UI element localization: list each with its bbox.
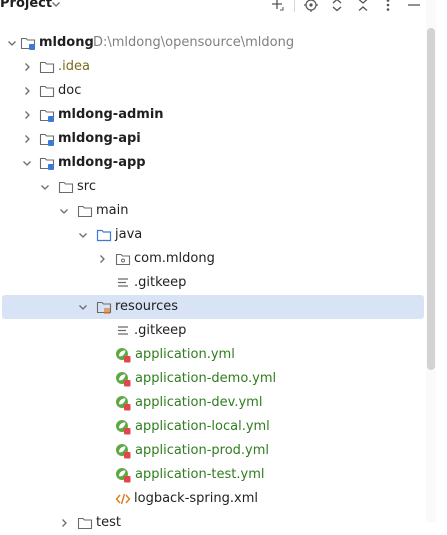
tree-node-doc[interactable]: doc (0, 79, 424, 103)
tree-node-package[interactable]: com.mldong (0, 247, 424, 271)
vertical-scrollbar[interactable] (427, 28, 435, 370)
chevron-down-icon[interactable] (50, 0, 62, 10)
module-folder-icon (20, 35, 36, 51)
spring-config-icon (115, 371, 131, 387)
tree-node-yml[interactable]: application-dev.yml (0, 391, 424, 415)
spring-config-icon (115, 419, 131, 435)
chevron-collapsed-icon[interactable] (21, 61, 33, 73)
module-label: mldong-admin (58, 107, 164, 122)
folder-label: .idea (58, 59, 90, 74)
text-file-icon (115, 275, 131, 291)
text-file-icon (115, 323, 131, 339)
module-label: mldong-api (58, 131, 141, 146)
folder-icon (58, 179, 74, 195)
more-options-icon[interactable] (381, 0, 395, 12)
resources-root-folder-icon (96, 299, 112, 315)
hide-icon[interactable] (407, 0, 421, 12)
tree-node-idea[interactable]: .idea (0, 55, 424, 79)
chevron-expanded-icon[interactable] (77, 229, 89, 241)
file-label: application-demo.yml (135, 371, 277, 386)
folder-label: doc (58, 83, 82, 98)
file-label: application-prod.yml (135, 443, 270, 458)
chevron-expanded-icon[interactable] (39, 181, 51, 193)
source-root-folder-icon (96, 227, 112, 243)
chevron-collapsed-icon[interactable] (21, 109, 33, 121)
module-folder-icon (39, 131, 55, 147)
module-label: mldong-app (58, 155, 146, 170)
package-label: com.mldong (134, 251, 215, 266)
chevron-expanded-icon[interactable] (6, 37, 18, 49)
tree-node-gitkeep[interactable]: .gitkeep (0, 319, 424, 343)
tree-node-resources[interactable]: resources (2, 295, 424, 319)
tree-node-yml[interactable]: application-prod.yml (0, 439, 424, 463)
tree-node-main[interactable]: main (0, 199, 424, 223)
spring-config-icon (115, 395, 131, 411)
tree-node-mldong-admin[interactable]: mldong-admin (0, 103, 424, 127)
folder-label: java (115, 227, 143, 242)
tree-node-yml[interactable]: application-test.yml (0, 463, 424, 487)
chevron-collapsed-icon[interactable] (21, 85, 33, 97)
tree-node-mldong-app[interactable]: mldong-app (0, 151, 424, 175)
module-folder-icon (39, 107, 55, 123)
folder-label: resources (115, 299, 179, 314)
locate-file-icon[interactable] (304, 0, 318, 12)
tree-node-test[interactable]: test (0, 511, 424, 535)
tree-node-yml[interactable]: application-local.yml (0, 415, 424, 439)
project-view-title[interactable]: Project (0, 0, 52, 11)
toolbar-separator (294, 0, 295, 12)
package-icon (115, 251, 131, 267)
tree-node-mldong-api[interactable]: mldong-api (0, 127, 424, 151)
tree-node-gitkeep[interactable]: .gitkeep (0, 271, 424, 295)
spring-config-icon (115, 467, 131, 483)
folder-icon (77, 203, 93, 219)
tree-node-java[interactable]: java (0, 223, 424, 247)
tree-node-yml[interactable]: application-demo.yml (0, 367, 424, 391)
tree-node-xml[interactable]: logback-spring.xml (0, 487, 424, 511)
file-label: application-dev.yml (135, 395, 263, 410)
chevron-expanded-icon[interactable] (21, 157, 33, 169)
root-module-name: mldong (39, 35, 94, 50)
file-label: logback-spring.xml (134, 491, 258, 506)
tree-node-src[interactable]: src (0, 175, 424, 199)
chevron-expanded-icon[interactable] (77, 301, 89, 313)
folder-icon (39, 59, 55, 75)
folder-label: src (77, 179, 96, 194)
tree-node-yml[interactable]: application.yml (0, 343, 424, 367)
file-label: .gitkeep (134, 323, 187, 338)
chevron-collapsed-icon[interactable] (58, 517, 70, 529)
tree-node-root[interactable]: mldong D:\mldong\opensource\mldong (0, 31, 424, 55)
root-module-path: D:\mldong\opensource\mldong (93, 35, 295, 50)
file-label: application-local.yml (135, 419, 270, 434)
project-tool-window-header: Project (0, 0, 447, 16)
file-label: application.yml (135, 347, 235, 362)
folder-icon (77, 515, 93, 531)
collapse-all-icon[interactable] (356, 0, 370, 12)
file-label: .gitkeep (134, 275, 187, 290)
xml-file-icon (115, 491, 131, 507)
module-folder-icon (39, 155, 55, 171)
spring-config-icon (115, 347, 131, 363)
chevron-collapsed-icon[interactable] (21, 133, 33, 145)
expand-all-icon[interactable] (330, 0, 344, 12)
folder-label: main (96, 203, 129, 218)
file-label: application-test.yml (135, 467, 265, 482)
chevron-collapsed-icon[interactable] (96, 253, 108, 265)
spring-config-icon (115, 443, 131, 459)
folder-label: test (96, 515, 121, 530)
chevron-expanded-icon[interactable] (58, 205, 70, 217)
folder-icon (39, 83, 55, 99)
new-element-icon[interactable] (270, 0, 284, 12)
